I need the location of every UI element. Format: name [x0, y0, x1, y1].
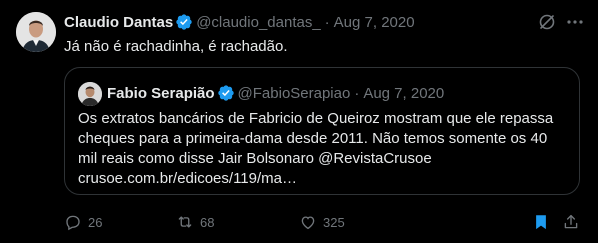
like-icon — [301, 216, 315, 230]
tweet-text: Já não é rachadinha, é rachadão. — [64, 38, 288, 55]
quoted-link[interactable]: crusoe.com.br/edicoes/119/ma… — [78, 169, 568, 189]
tweet-date[interactable]: Aug 7, 2020 — [334, 14, 415, 31]
separator: · — [324, 13, 330, 31]
share-button[interactable] — [562, 212, 580, 232]
verified-badge-icon[interactable] — [175, 13, 193, 31]
tweet-header: Claudio Dantas @claudio_dantas_ · Aug 7,… — [64, 12, 415, 32]
share-icon — [564, 214, 578, 229]
verified-badge-icon[interactable] — [217, 84, 235, 102]
reply-button[interactable]: 26 — [64, 212, 102, 232]
action-bar: 26 68 325 — [64, 212, 584, 232]
quoted-text-line: mil reais como disse Jair Bolsonaro @Rev… — [78, 150, 432, 167]
quoted-text: Os extratos bancários de Fabricio de Que… — [78, 109, 568, 189]
author-name[interactable]: Claudio Dantas — [64, 14, 173, 31]
author-avatar[interactable] — [16, 12, 56, 52]
quoted-author-name[interactable]: Fabio Serapião — [107, 85, 215, 102]
quoted-date[interactable]: Aug 7, 2020 — [363, 85, 444, 102]
retweet-icon — [178, 216, 192, 228]
quoted-tweet[interactable]: Fabio Serapião @FabioSerapiao · Aug 7, 2… — [64, 67, 580, 195]
quoted-author-avatar[interactable] — [78, 82, 102, 106]
like-count: 325 — [323, 214, 345, 230]
quoted-header: Fabio Serapião @FabioSerapiao · Aug 7, 2… — [107, 81, 444, 105]
author-handle[interactable]: @claudio_dantas_ — [196, 14, 320, 31]
quoted-author-handle[interactable]: @FabioSerapiao — [238, 85, 351, 102]
retweet-button[interactable]: 68 — [176, 212, 214, 232]
quoted-text-line: cheques para a primeira-dama desde 2011.… — [78, 130, 548, 147]
separator: · — [354, 84, 360, 102]
bookmark-icon — [536, 215, 546, 230]
reply-count: 26 — [88, 214, 103, 230]
like-button[interactable]: 325 — [299, 212, 345, 232]
grok-icon[interactable] — [537, 12, 557, 32]
more-icon[interactable] — [565, 12, 585, 32]
quoted-text-line: Os extratos bancários de Fabricio de Que… — [78, 110, 554, 127]
retweet-count: 68 — [200, 214, 215, 230]
reply-icon — [66, 215, 80, 231]
bookmark-button[interactable] — [532, 212, 550, 232]
